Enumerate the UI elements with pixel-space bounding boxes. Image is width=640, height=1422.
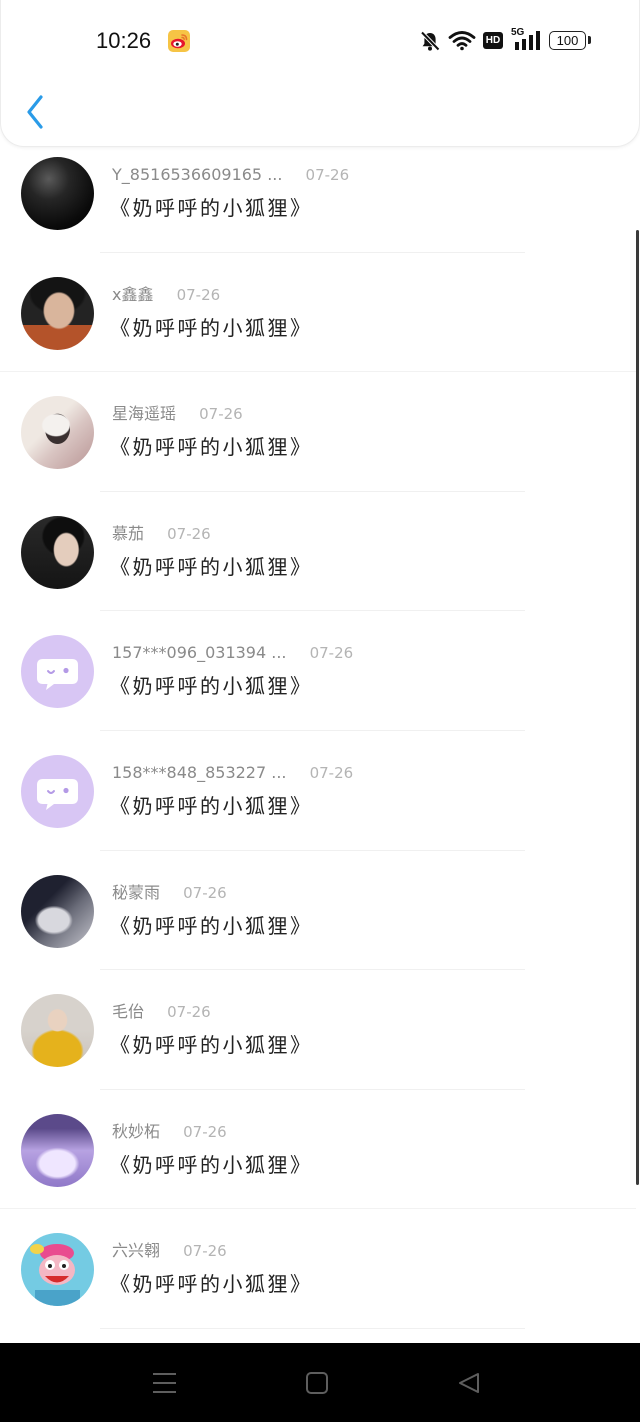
post-date: 07-26 (167, 1003, 211, 1022)
item-title: 《奶呼呼的小狐狸》 (110, 554, 313, 579)
avatar[interactable] (21, 635, 94, 709)
item-title: 《奶呼呼的小狐狸》 (110, 196, 313, 220)
item-title: 《奶呼呼的小狐狸》 (110, 913, 313, 938)
list-item[interactable]: 六兴翱 07-26 《奶呼呼的小狐狸》 (0, 1209, 640, 1329)
avatar[interactable] (21, 994, 94, 1068)
post-date: 07-26 (167, 524, 211, 543)
item-title: 《奶呼呼的小狐狸》 (110, 315, 313, 340)
list-item[interactable]: 秘蒙雨 07-26 《奶呼呼的小狐狸》 (0, 851, 640, 971)
wifi-icon (448, 31, 476, 51)
post-date: 07-26 (176, 285, 221, 304)
post-date: 07-26 (183, 1242, 227, 1261)
item-title: 《奶呼呼的小狐狸》 (110, 435, 313, 460)
list-item[interactable]: 157***096_031394 ... 07-26 《奶呼呼的小狐狸》 (0, 611, 640, 731)
item-meta: x鑫鑫 07-26 (112, 283, 220, 307)
user-name: 157***096_031394 ... (112, 643, 287, 663)
divider (100, 1327, 525, 1329)
monkey-avatar-image (30, 1244, 80, 1307)
post-date: 07-26 (309, 644, 354, 663)
item-title: 《奶呼呼的小狐狸》 (110, 1272, 313, 1297)
item-meta: 毛佁 07-26 (112, 1000, 211, 1024)
user-name: 星海遥瑶 (112, 404, 177, 424)
post-date: 07-26 (309, 763, 354, 782)
header-card: 10:26 HD 5G 100 (0, 0, 640, 147)
back-triangle-icon[interactable] (457, 1371, 481, 1395)
list-item[interactable]: 星海遥瑶 07-26 《奶呼呼的小狐狸》 (0, 372, 640, 492)
avatar[interactable] (21, 874, 94, 948)
chat-bubble-face-icon (37, 778, 78, 810)
user-name: 秘蒙雨 (112, 882, 161, 902)
chat-bubble-face-icon (37, 659, 78, 691)
avatar[interactable] (21, 1233, 94, 1307)
avatar[interactable] (21, 754, 94, 828)
item-meta: 秋妙柘 07-26 (112, 1120, 227, 1144)
post-date: 07-26 (305, 166, 350, 184)
item-meta: Y_8516536609165 ... 07-26 (112, 163, 349, 187)
avatar[interactable] (21, 276, 94, 350)
list-item[interactable]: 慕茄 07-26 《奶呼呼的小狐狸》 (0, 492, 640, 612)
item-meta: 158***848_853227 ... 07-26 (112, 761, 353, 785)
list-item[interactable]: 秋妙柘 07-26 《奶呼呼的小狐狸》 (0, 1090, 640, 1210)
list-item[interactable]: x鑫鑫 07-26 《奶呼呼的小狐狸》 (0, 253, 640, 373)
battery-nub (588, 36, 591, 44)
list-item[interactable]: 毛佁 07-26 《奶呼呼的小狐狸》 (0, 970, 640, 1090)
reader-list: Y_8516536609165 ... 07-26 《奶呼呼的小狐狸》 x鑫鑫 … (0, 133, 640, 1329)
mute-bell-icon (420, 31, 440, 51)
user-name: 六兴翱 (112, 1241, 161, 1261)
avatar[interactable] (21, 1113, 94, 1187)
hd-icon: HD (483, 32, 503, 49)
signal-bars-icon (515, 31, 540, 50)
post-date: 07-26 (199, 405, 243, 424)
item-title: 《奶呼呼的小狐狸》 (110, 674, 313, 699)
user-name: 慕茄 (112, 523, 145, 543)
item-title: 《奶呼呼的小狐狸》 (110, 793, 313, 818)
user-name: x鑫鑫 (112, 284, 154, 304)
user-name: Y_8516536609165 ... (112, 165, 283, 184)
back-chevron-icon[interactable] (21, 92, 51, 132)
item-title: 《奶呼呼的小狐狸》 (110, 1033, 313, 1058)
item-meta: 157***096_031394 ... 07-26 (112, 641, 353, 665)
scrollbar[interactable] (636, 230, 639, 1185)
avatar[interactable] (21, 396, 94, 470)
avatar[interactable] (21, 515, 94, 589)
item-meta: 慕茄 07-26 (112, 522, 211, 546)
item-title: 《奶呼呼的小狐狸》 (110, 1152, 313, 1177)
user-name: 毛佁 (112, 1002, 145, 1022)
item-meta: 星海遥瑶 07-26 (112, 402, 243, 426)
post-date: 07-26 (183, 883, 227, 902)
menu-icon[interactable] (152, 1371, 177, 1395)
battery-indicator: 100 (549, 31, 586, 50)
list-item[interactable]: Y_8516536609165 ... 07-26 《奶呼呼的小狐狸》 (0, 133, 640, 253)
user-name: 158***848_853227 ... (112, 762, 287, 782)
user-name: 秋妙柘 (112, 1121, 161, 1141)
item-meta: 秘蒙雨 07-26 (112, 881, 227, 905)
post-date: 07-26 (183, 1122, 227, 1141)
weibo-icon (168, 30, 190, 52)
item-meta: 六兴翱 07-26 (112, 1239, 227, 1263)
list-item[interactable]: 158***848_853227 ... 07-26 《奶呼呼的小狐狸》 (0, 731, 640, 851)
avatar[interactable] (21, 157, 94, 230)
home-square-icon[interactable] (305, 1371, 329, 1395)
system-nav-bar (0, 1343, 640, 1422)
status-time: 10:26 (96, 28, 152, 53)
